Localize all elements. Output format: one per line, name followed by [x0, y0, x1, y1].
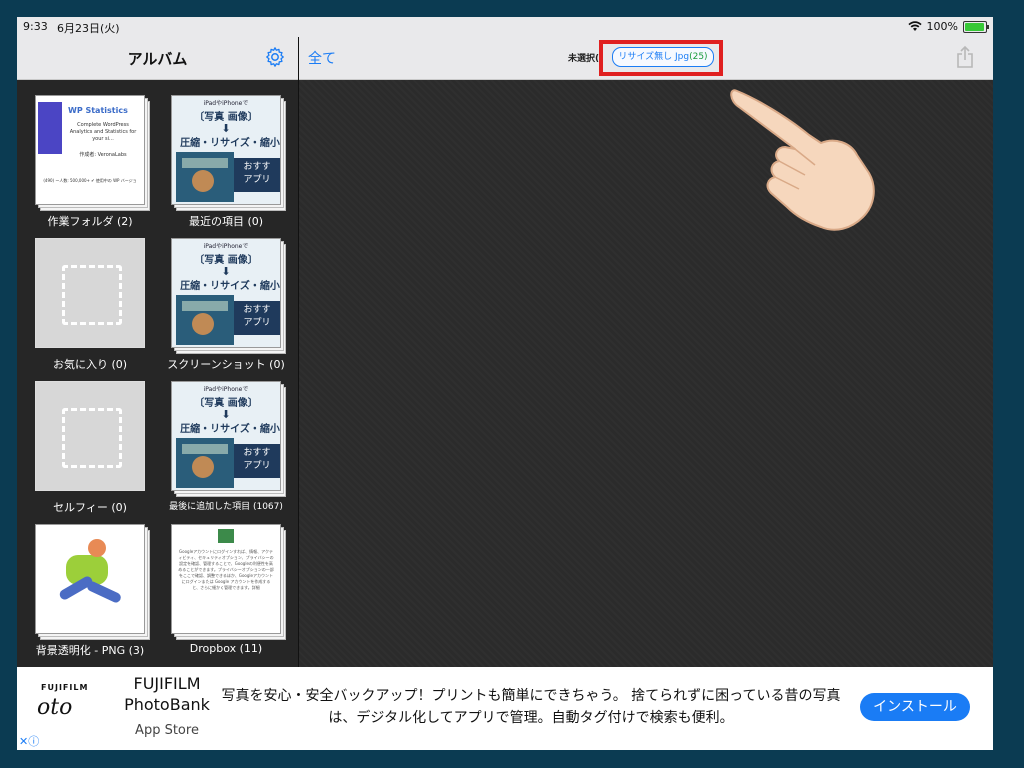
promo-photo: [176, 438, 234, 488]
folder-icon: [218, 529, 234, 543]
promo-box: おすす アプリ: [234, 301, 280, 335]
status-time: 9:33: [23, 20, 48, 33]
wp-desc: Complete WordPress Analytics and Statist…: [69, 122, 137, 142]
select-all-button[interactable]: 全て: [308, 48, 336, 68]
ad-app-name-line1: FUJIFILM: [133, 674, 201, 693]
album-label: スクリーンショット (0): [167, 358, 285, 371]
ad-text: 写真を安心・安全バックアップ！プリントも簡単にできちゃう。 捨てられずに困ってい…: [221, 688, 841, 726]
dropbox-thumbnail: Googleアカウントにログインすれば、情報、アクティビティ、セキュリティオプシ…: [171, 524, 281, 634]
album-work-folder[interactable]: WP Statistics Complete WordPress Analyti…: [25, 95, 155, 229]
runner-thumbnail: [35, 524, 145, 634]
highlight-annotation-box: [599, 40, 723, 76]
ad-store: App Store: [135, 723, 199, 738]
album-thumbnail: WP Statistics Complete WordPress Analyti…: [35, 95, 150, 211]
album-screenshots[interactable]: iPadやiPhoneで 〔写真 画像〕 ⬇ 圧縮・リサイズ・縮小 おすす アプ…: [161, 238, 291, 372]
album-thumbnail: [35, 238, 145, 348]
battery-icon: [963, 20, 989, 33]
ad-logo: oto: [37, 695, 73, 720]
promo-box: おすす アプリ: [234, 158, 280, 192]
promo-line2: 〔写真 画像〕: [194, 255, 258, 266]
ad-brand: FUJIFILM: [41, 683, 89, 692]
share-icon[interactable]: [955, 45, 975, 69]
album-thumbnail: Googleアカウントにログインすれば、情報、アクティビティ、セキュリティオプシ…: [171, 524, 286, 640]
album-sidebar: アルバム WP Statistics Complete WordPress An…: [17, 37, 299, 667]
promo-thumbnail: iPadやiPhoneで 〔写真 画像〕 ⬇ 圧縮・リサイズ・縮小 おすす アプ…: [171, 95, 281, 205]
ad-app-name: FUJIFILM PhotoBank: [107, 673, 227, 715]
wp-statistics-thumbnail: WP Statistics Complete WordPress Analyti…: [35, 95, 145, 205]
promo-photo: [176, 295, 234, 345]
ad-choices-icon[interactable]: ✕ⓘ: [19, 733, 39, 749]
ipad-screen: 9:33 6月23日(火) 100% アルバム WP Statistics Co…: [17, 17, 993, 750]
promo-line1: iPadやiPhoneで: [203, 243, 249, 250]
album-label: セルフィー (0): [53, 501, 127, 514]
album-thumbnail: [35, 381, 145, 491]
album-thumbnail: [35, 524, 150, 640]
album-thumbnail: iPadやiPhoneで 〔写真 画像〕 ⬇ 圧縮・リサイズ・縮小 おすす アプ…: [171, 95, 286, 211]
empty-album-thumbnail: [35, 381, 145, 491]
album-transparent-png[interactable]: 背景透明化 - PNG (3): [25, 524, 155, 658]
album-label: 作業フォルダ (2): [47, 215, 133, 228]
wp-footer: (490) ー人数: 500,000+ ✔ 使用中の WP バージョ: [43, 178, 137, 183]
ad-app-name-line2: PhotoBank: [124, 695, 210, 714]
status-date: 6月23日(火): [57, 22, 120, 35]
sidebar-header: アルバム: [17, 37, 298, 80]
album-recent[interactable]: iPadやiPhoneで 〔写真 画像〕 ⬇ 圧縮・リサイズ・縮小 おすす アプ…: [161, 95, 291, 229]
photo-canvas[interactable]: [299, 80, 993, 667]
sidebar-title: アルバム: [127, 50, 188, 68]
wifi-icon: [907, 21, 922, 31]
promo-line2: 〔写真 画像〕: [194, 112, 258, 123]
wp-author: 作成者: VeronaLabs: [79, 152, 127, 158]
promo-photo: [176, 152, 234, 202]
album-label: Dropbox (11): [189, 642, 263, 655]
install-button[interactable]: インストール: [860, 693, 970, 721]
wp-title: WP Statistics: [68, 106, 128, 115]
main-toolbar: 全て 未選択( リサイズ無し Jpg(25): [299, 37, 993, 80]
album-label: お気に入り (0): [52, 358, 128, 371]
promo-line1: iPadやiPhoneで: [203, 100, 249, 107]
promo-line1: iPadやiPhoneで: [203, 386, 249, 393]
promo-thumbnail: iPadやiPhoneで 〔写真 画像〕 ⬇ 圧縮・リサイズ・縮小 おすす アプ…: [171, 381, 281, 491]
status-right: 100%: [907, 20, 989, 33]
album-dropbox[interactable]: Googleアカウントにログインすれば、情報、アクティビティ、セキュリティオプシ…: [161, 524, 291, 655]
selection-status: 未選択(: [568, 54, 600, 64]
album-favorites[interactable]: お気に入り (0): [25, 238, 155, 372]
album-thumbnail: iPadやiPhoneで 〔写真 画像〕 ⬇ 圧縮・リサイズ・縮小 おすす アプ…: [171, 238, 286, 354]
dropbox-thumb-text: Googleアカウントにログインすれば、情報、アクティビティ、セキュリティオプシ…: [178, 549, 274, 590]
album-label: 最近の項目 (0): [188, 215, 264, 228]
ad-banner[interactable]: FUJIFILM oto FUJIFILM PhotoBank App Stor…: [17, 667, 993, 750]
battery-percent: 100%: [926, 20, 958, 33]
empty-album-thumbnail: [35, 238, 145, 348]
album-label: 背景透明化 - PNG (3): [35, 644, 145, 657]
promo-box: おすす アプリ: [234, 444, 280, 478]
promo-thumbnail: iPadやiPhoneで 〔写真 画像〕 ⬇ 圧縮・リサイズ・縮小 おすす アプ…: [171, 238, 281, 348]
album-recently-added[interactable]: iPadやiPhoneで 〔写真 画像〕 ⬇ 圧縮・リサイズ・縮小 おすす アプ…: [161, 381, 291, 512]
album-selfies[interactable]: セルフィー (0): [25, 381, 155, 515]
status-bar: 9:33 6月23日(火) 100%: [17, 17, 993, 37]
album-label: 最後に追加した項目 (1067): [169, 502, 283, 512]
pointing-hand-icon: [730, 89, 875, 231]
promo-line3: 圧縮・リサイズ・縮小: [180, 281, 280, 292]
album-thumbnail: iPadやiPhoneで 〔写真 画像〕 ⬇ 圧縮・リサイズ・縮小 おすす アプ…: [171, 381, 286, 497]
promo-line2: 〔写真 画像〕: [194, 398, 258, 409]
promo-line3: 圧縮・リサイズ・縮小: [180, 424, 280, 435]
promo-line3: 圧縮・リサイズ・縮小: [180, 138, 280, 149]
gear-icon[interactable]: [264, 46, 286, 68]
